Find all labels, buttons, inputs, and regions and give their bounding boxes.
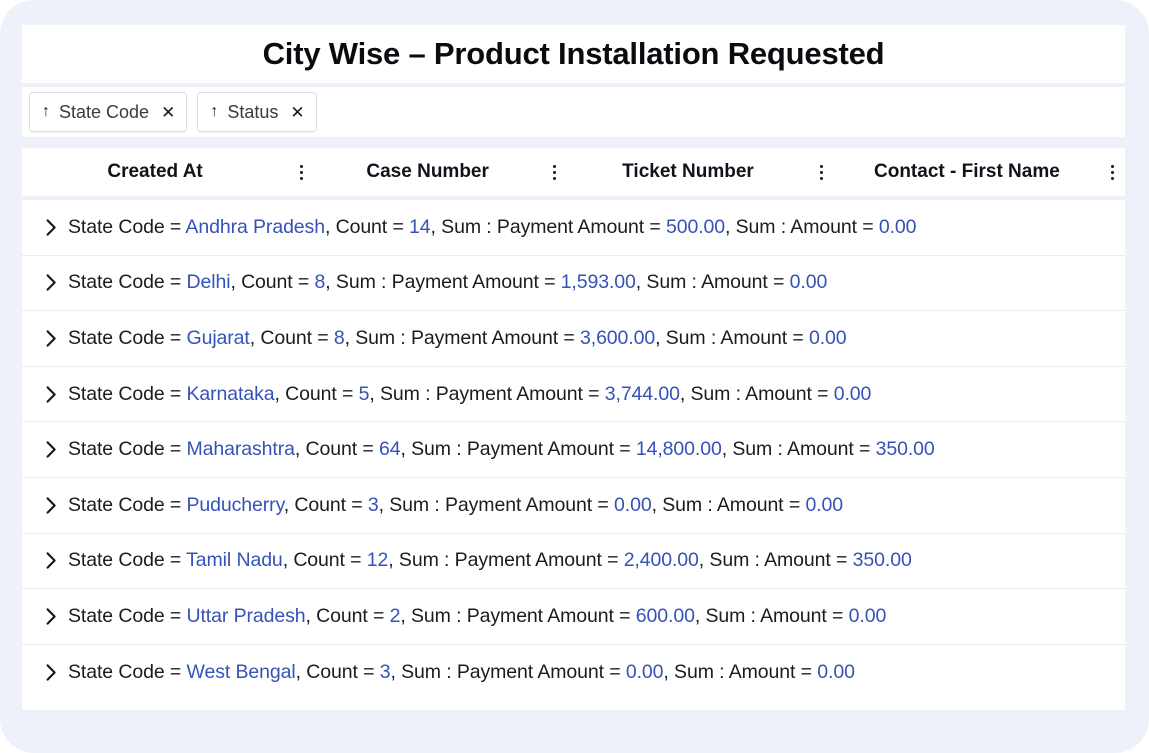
group-row-value: Uttar Pradesh [186, 604, 306, 627]
group-row-value: 8 [314, 271, 326, 294]
group-row-value: 350.00 [852, 549, 912, 572]
column-header-case-number[interactable]: Case Number [314, 161, 541, 183]
sort-ascending-arrow-icon: ↑ [42, 103, 50, 120]
group-row-value: Karnataka [186, 382, 275, 405]
group-chip-state-code[interactable]: ↑ State Code ✕ [29, 92, 188, 132]
group-row-value: 3,744.00 [604, 382, 680, 405]
page-title: City Wise – Product Installation Request… [262, 36, 885, 71]
chevron-right-icon[interactable] [34, 497, 68, 514]
group-row-value: 0.00 [805, 493, 843, 516]
group-row[interactable]: State Code = Gujarat, Count = 8, Sum : P… [22, 311, 1125, 367]
chevron-right-icon[interactable] [34, 664, 68, 681]
group-row-value: 0.00 [878, 215, 917, 238]
group-row-value: 5 [358, 382, 370, 405]
group-row-summary: State Code = Uttar Pradesh, Count = 2, S… [68, 604, 887, 627]
group-row-value: 14,800.00 [635, 438, 722, 461]
chevron-right-icon[interactable] [34, 219, 68, 236]
group-row-value: 3,600.00 [580, 326, 656, 349]
group-chip-label: State Code [59, 101, 150, 122]
group-row[interactable]: State Code = Uttar Pradesh, Count = 2, S… [22, 589, 1125, 645]
column-header-row: Created At Case Number Ticket Number Con… [22, 148, 1125, 196]
group-row-value: 0.00 [817, 661, 855, 684]
group-row-summary: State Code = Tamil Nadu, Count = 12, Sum… [68, 549, 912, 572]
group-row-value: 0.00 [625, 661, 664, 684]
group-row-value: West Bengal [186, 661, 296, 684]
report-title-bar: City Wise – Product Installation Request… [22, 25, 1125, 83]
group-row-value: Andhra Pradesh [185, 215, 325, 238]
group-row-value: 0.00 [614, 493, 652, 516]
group-row-value: 12 [366, 549, 389, 572]
group-row-value: Delhi [186, 271, 231, 294]
group-row[interactable]: State Code = West Bengal, Count = 3, Sum… [22, 645, 1125, 701]
group-row-value: 500.00 [665, 215, 725, 238]
kebab-menu-icon[interactable] [809, 164, 835, 180]
report-card: City Wise – Product Installation Request… [0, 0, 1149, 753]
group-chip-label: Status [227, 101, 279, 122]
group-chip-status[interactable]: ↑ Status ✕ [197, 92, 317, 132]
group-row-value: 3 [367, 493, 379, 516]
chevron-right-icon[interactable] [34, 385, 68, 403]
group-row-value: 2,400.00 [623, 549, 699, 572]
sort-ascending-arrow-icon: ↑ [210, 103, 219, 120]
group-row-value: 600.00 [635, 604, 695, 627]
group-row-value: Gujarat [186, 326, 250, 349]
group-by-chips-bar: ↑ State Code ✕ ↑ Status ✕ [22, 87, 1125, 137]
group-row-list: State Code = Andhra Pradesh, Count = 14,… [22, 200, 1125, 700]
empty-row [22, 700, 1125, 710]
group-row-value: 0.00 [789, 271, 828, 294]
group-row[interactable]: State Code = Delhi, Count = 8, Sum : Pay… [22, 256, 1125, 312]
column-header-created-at[interactable]: Created At [22, 161, 288, 183]
group-row-value: 3 [379, 661, 391, 684]
chevron-right-icon[interactable] [34, 608, 68, 625]
kebab-menu-icon[interactable] [541, 164, 567, 180]
group-row[interactable]: State Code = Karnataka, Count = 5, Sum :… [22, 367, 1125, 423]
group-row-value: 2 [389, 604, 401, 627]
group-row-value: Tamil Nadu [186, 549, 283, 572]
group-row-value: 1,593.00 [560, 271, 636, 294]
group-row[interactable]: State Code = Maharashtra, Count = 64, Su… [22, 422, 1125, 478]
group-row[interactable]: State Code = Puducherry, Count = 3, Sum … [22, 478, 1125, 534]
close-icon[interactable]: ✕ [161, 104, 175, 121]
group-row-value: 8 [333, 326, 345, 349]
group-row-summary: State Code = Andhra Pradesh, Count = 14,… [68, 215, 917, 238]
group-row-summary: State Code = West Bengal, Count = 3, Sum… [68, 661, 855, 684]
chevron-right-icon[interactable] [34, 330, 68, 347]
kebab-menu-icon[interactable] [1099, 164, 1125, 180]
group-row[interactable]: State Code = Tamil Nadu, Count = 12, Sum… [22, 534, 1125, 590]
group-row-value: 0.00 [848, 604, 887, 627]
column-header-ticket-number[interactable]: Ticket Number [567, 161, 809, 183]
group-row-summary: State Code = Gujarat, Count = 8, Sum : P… [68, 326, 847, 349]
grid-body: State Code = Andhra Pradesh, Count = 14,… [22, 200, 1125, 710]
group-row-value: 0.00 [833, 382, 872, 405]
group-row-summary: State Code = Karnataka, Count = 5, Sum :… [68, 382, 872, 405]
group-row-value: 64 [378, 438, 401, 461]
group-row-summary: State Code = Delhi, Count = 8, Sum : Pay… [68, 271, 828, 294]
group-row-value: 14 [409, 215, 431, 238]
group-row-value: Maharashtra [186, 438, 295, 461]
group-row[interactable]: State Code = Andhra Pradesh, Count = 14,… [22, 200, 1125, 256]
close-icon[interactable]: ✕ [290, 104, 304, 121]
chevron-right-icon[interactable] [34, 274, 68, 292]
chevron-right-icon[interactable] [34, 441, 68, 458]
group-row-value: 0.00 [808, 326, 847, 349]
kebab-menu-icon[interactable] [288, 164, 314, 180]
column-header-contact-first-name[interactable]: Contact - First Name [835, 161, 1099, 183]
chevron-right-icon[interactable] [34, 552, 68, 570]
group-row-value: 350.00 [875, 438, 935, 461]
group-row-summary: State Code = Puducherry, Count = 3, Sum … [68, 493, 843, 516]
group-row-value: Puducherry [186, 493, 284, 516]
group-row-summary: State Code = Maharashtra, Count = 64, Su… [68, 438, 935, 461]
